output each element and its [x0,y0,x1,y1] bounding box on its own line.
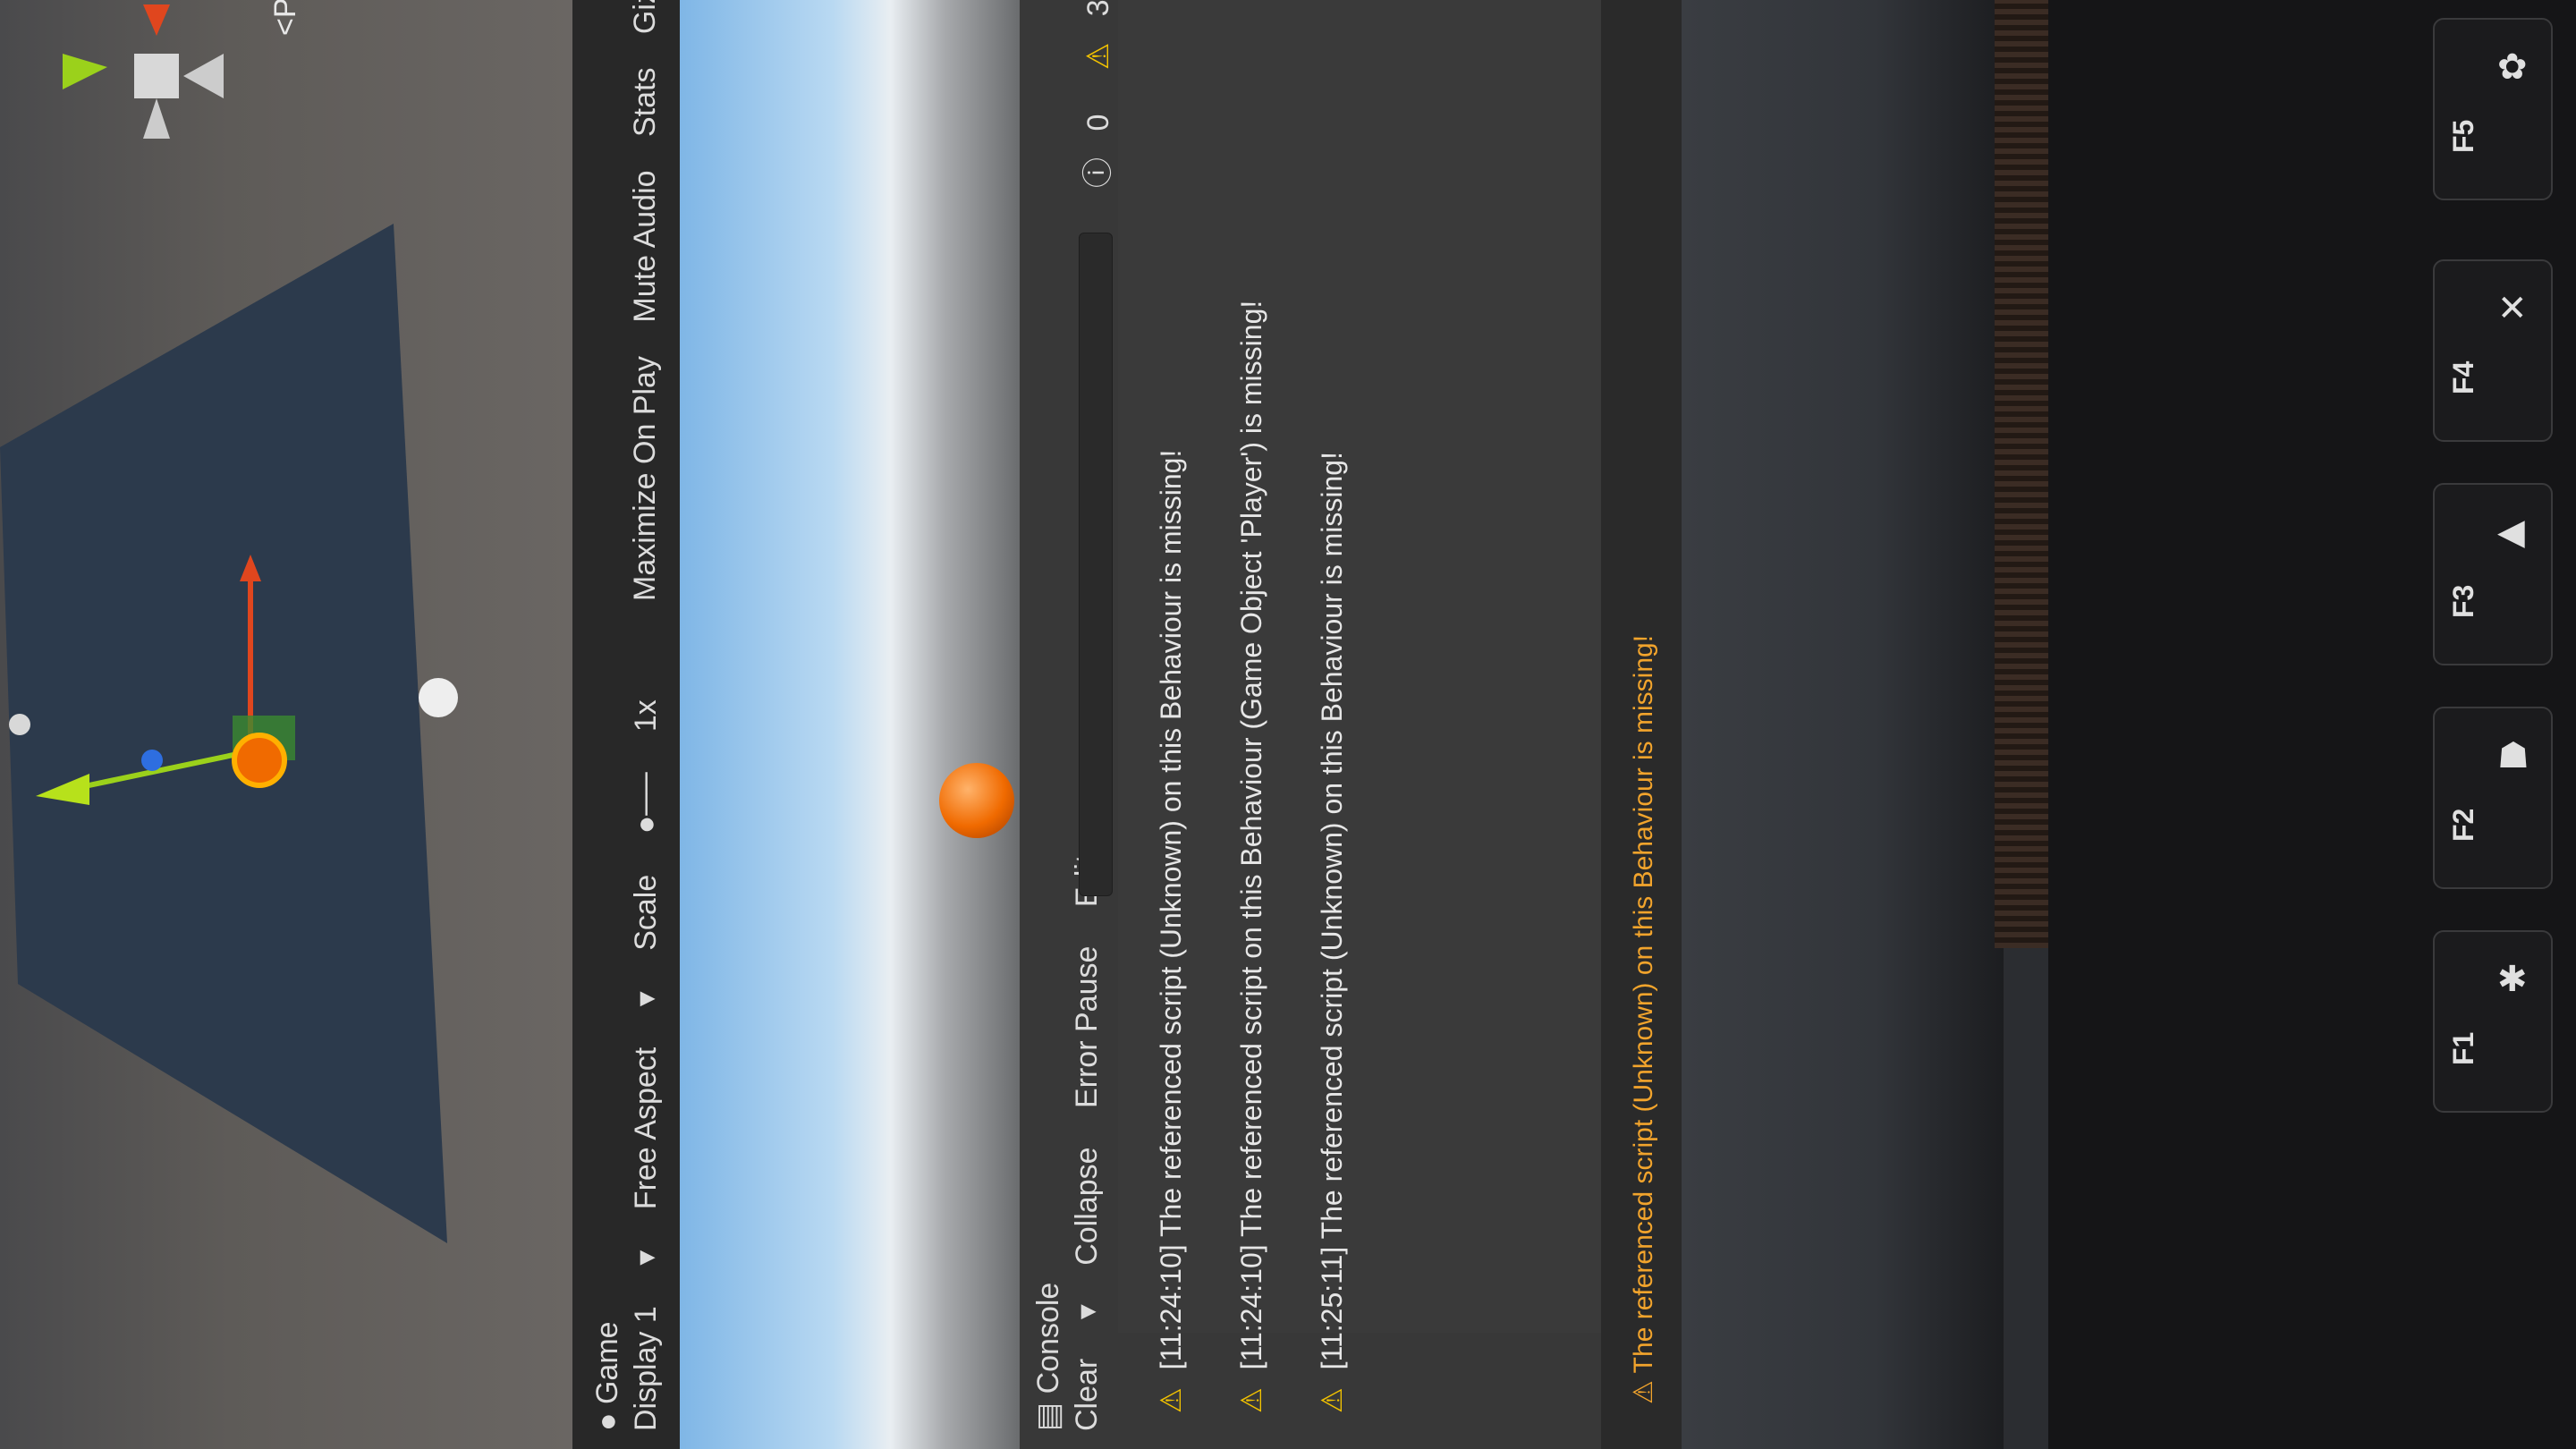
scale-value: 1x [629,699,663,733]
status-message-text: The referenced script (Unknown) on this … [1629,634,1658,1374]
console-panel: ▤ Console Clear ▾ Collapse Error Pause E… [1020,0,1682,1449]
console-log-list[interactable]: ⚠ [11:24:10] The referenced script (Unkno… [1118,0,1682,1413]
info-icon: ⓘ [1081,157,1115,188]
clear-button[interactable]: Clear ▾ [1070,1304,1104,1431]
stats-toggle[interactable]: Stats [628,68,662,137]
f1-key[interactable]: ✱ F1 [2433,930,2553,1113]
volume-icon: ◀ [2497,513,2525,552]
persp-label[interactable]: <Persp [268,0,303,36]
mute-icon: ✕ [2497,289,2528,328]
f4-label: F4 [2447,360,2479,394]
fan-icon: ✿ [2497,47,2528,87]
console-icon: ▤ [1031,1394,1065,1431]
info-count-toggle[interactable]: ⓘ 0 [1081,114,1115,206]
log-message: The referenced script (Unknown) on this … [1155,449,1187,1238]
scale-label: Scale [629,874,663,951]
scale-control[interactable]: Scale ●── 1x [629,667,663,951]
console-search-input[interactable] [1079,233,1113,896]
orientation-gizmo-cube[interactable] [134,54,179,98]
warning-count: 3 [1081,0,1115,17]
f2-key[interactable]: ☗ F2 [2433,707,2553,889]
log-entry[interactable]: ⚠ [11:24:10] The referenced script (Unkno… [1154,450,1188,1413]
warning-icon: ⚠ [1629,1373,1658,1404]
f4-key[interactable]: ✕ F4 [2433,259,2553,442]
game-tab-label: Game [590,1321,624,1405]
game-canvas[interactable] [680,0,1020,1449]
warning-icon: ⚠ [1081,42,1115,71]
speaker-grille [1995,0,2048,948]
game-toolbar: Display 1 ▾ Free Aspect ▾ Scale ●── 1x [628,635,664,1431]
info-count: 0 [1081,114,1115,131]
gamepad-icon: ● [590,1404,624,1431]
camera-icon[interactable] [419,678,458,717]
orientation-gizmo-x-cone[interactable] [63,54,107,89]
log-time: [11:24:10] [1155,1244,1187,1370]
warning-icon: ⚠ [1316,1387,1348,1413]
aspect-dropdown[interactable]: Free Aspect ▾ [629,991,663,1209]
player-ball [939,763,1014,838]
game-view: ● Game Display 1 ▾ Free Aspect ▾ Scale ●… [572,0,1020,1449]
display-label: Display 1 [629,1306,663,1431]
f3-key[interactable]: ◀ F3 [2433,483,2553,665]
game-tab[interactable]: ● Game [590,1321,625,1431]
aspect-label: Free Aspect [629,1046,663,1210]
orientation-gizmo-neg-y-cone[interactable] [143,98,170,139]
f3-label: F3 [2447,584,2479,618]
console-tab-label: Console [1031,1282,1065,1394]
status-bar[interactable]: ⚠ The referenced script (Unknown) on thi… [1601,0,1682,1449]
log-message: The referenced script (Unknown) on this … [1316,452,1348,1240]
display-dropdown[interactable]: Display 1 ▾ [629,1250,663,1431]
log-message: The referenced script on this Behaviour … [1235,300,1267,1238]
clear-label: Clear [1070,1358,1104,1431]
mute-audio-toggle[interactable]: Mute Audio [628,170,662,322]
scene-plane [0,224,447,1243]
orientation-gizmo-y-cone[interactable] [143,4,170,36]
brightness-icon: ☗ [2497,736,2529,775]
f1-label: F1 [2447,1031,2479,1065]
status-message[interactable]: ⚠ The referenced script (Unknown) on thi… [1628,635,1659,1404]
f2-label: F2 [2447,808,2479,842]
warning-count-toggle[interactable]: ⚠ 3 [1081,0,1115,88]
maximize-on-play-toggle[interactable]: Maximize On Play [628,356,662,601]
orientation-gizmo-z-cone[interactable] [183,54,224,98]
move-gizmo-z-handle[interactable] [141,750,163,771]
scale-slider[interactable]: ●── [629,773,663,835]
console-tab[interactable]: ▤ Console [1030,1283,1066,1431]
warning-icon: ⚠ [1235,1387,1267,1413]
gizmos-toggle[interactable]: Gizmos [628,0,662,34]
player-object[interactable] [232,733,287,788]
log-time: [11:25:11] [1316,1246,1348,1370]
console-counters: ⓘ 0 ⚠ 3 ⓘ 0 [1073,0,1117,224]
warning-icon: ⚠ [1155,1387,1187,1413]
collapse-toggle[interactable]: Collapse [1070,1147,1104,1265]
log-entry[interactable]: ⚠ [11:25:11] The referenced script (Unkno… [1315,452,1349,1413]
log-entry[interactable]: ⚠ [11:24:10] The referenced script on thi… [1234,301,1268,1413]
error-pause-toggle[interactable]: Error Pause [1070,946,1104,1108]
f5-label: F5 [2447,119,2479,153]
scene-view[interactable]: <Persp [0,0,572,1449]
game-toolbar-right: Maximize On Play Mute Audio Stats Gizmos [628,0,663,626]
laptop-bezel [1682,0,2004,1449]
scene-graphics [0,4,458,1243]
f5-key[interactable]: ✿ F5 [2433,18,2553,200]
log-time: [11:24:10] [1235,1244,1267,1370]
airplane-mode-icon: ✱ [2497,960,2528,999]
light-icon[interactable] [9,714,30,735]
